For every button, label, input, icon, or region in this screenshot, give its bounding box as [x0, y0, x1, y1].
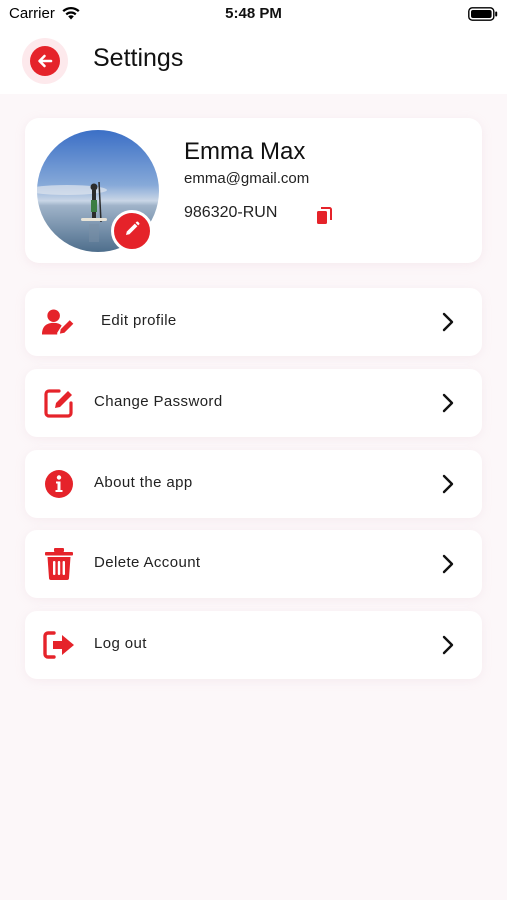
- user-edit-icon: [42, 306, 76, 338]
- sign-out-icon: [42, 629, 76, 661]
- header: Settings: [0, 28, 507, 94]
- chevron-right-icon: [442, 474, 454, 499]
- menu-item-change-password[interactable]: Change Password: [25, 369, 482, 437]
- profile-name: Emma Max: [184, 138, 306, 165]
- status-time: 5:48 PM: [225, 5, 282, 22]
- copy-icon[interactable]: [316, 207, 332, 230]
- menu-item-log-out[interactable]: Log out: [25, 611, 482, 679]
- battery-icon: [468, 7, 498, 25]
- page-title: Settings: [93, 44, 184, 72]
- profile-id: 986320-RUN: [184, 204, 278, 221]
- info-circle-icon: [42, 468, 76, 500]
- trash-icon: [42, 548, 76, 580]
- chevron-right-icon: [442, 554, 454, 579]
- back-button[interactable]: [22, 38, 68, 84]
- menu-item-delete-account[interactable]: Delete Account: [25, 530, 482, 598]
- menu-item-label: Change Password: [94, 393, 223, 410]
- chevron-right-icon: [442, 393, 454, 418]
- edit-avatar-button[interactable]: [111, 210, 153, 252]
- menu-item-label: Log out: [94, 635, 147, 652]
- chevron-right-icon: [442, 312, 454, 337]
- menu-item-edit-profile[interactable]: Edit profile: [25, 288, 482, 356]
- menu-item-label: Edit profile: [101, 312, 177, 329]
- status-bar: Carrier 5:48 PM: [0, 0, 507, 28]
- menu-item-about-app[interactable]: About the app: [25, 450, 482, 518]
- profile-card: Emma Max emma@gmail.com 986320-RUN: [25, 118, 482, 263]
- profile-email: emma@gmail.com: [184, 170, 310, 187]
- menu-item-label: Delete Account: [94, 554, 201, 571]
- chevron-right-icon: [442, 635, 454, 660]
- pen-square-icon: [42, 387, 76, 419]
- arrow-left-icon: [30, 46, 60, 76]
- menu-item-label: About the app: [94, 474, 193, 491]
- pencil-icon: [123, 220, 141, 243]
